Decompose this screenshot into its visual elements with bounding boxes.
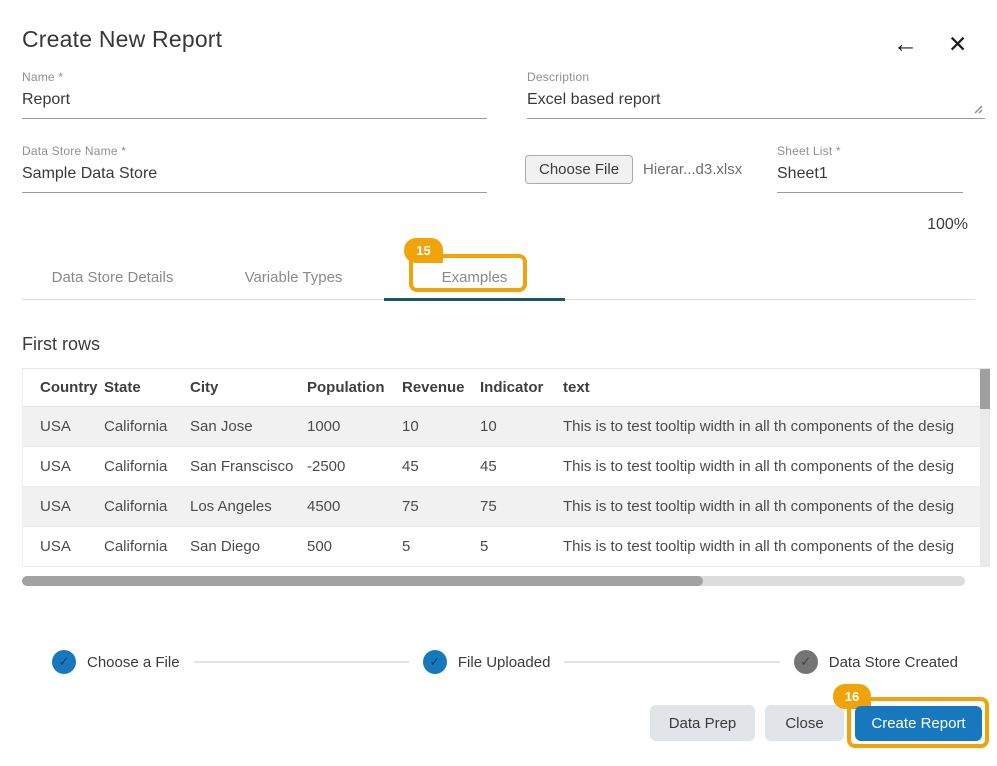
table-row: USACaliforniaSan Diego50055This is to te…	[23, 527, 990, 567]
active-tab-indicator	[384, 298, 565, 301]
description-label: Description	[527, 70, 985, 84]
table-cell: 45	[480, 458, 563, 475]
step-pending-icon: ✓	[794, 650, 818, 674]
tab-variable-types[interactable]: Variable Types	[203, 258, 384, 299]
table-cell: USA	[23, 538, 104, 555]
column-header: Indicator	[480, 379, 563, 396]
data-store-name-label: Data Store Name *	[22, 144, 487, 158]
data-store-name-input[interactable]: Sample Data Store	[22, 165, 487, 193]
create-report-button[interactable]: Create Report	[855, 706, 982, 741]
step-choose-a-file: ✓ Choose a File	[52, 650, 180, 674]
step-complete-icon: ✓	[52, 650, 76, 674]
column-header: City	[190, 379, 307, 396]
table-cell: This is to test tooltip width in all th …	[563, 538, 990, 555]
data-store-name-field: Data Store Name * Sample Data Store	[22, 144, 487, 193]
table-cell: San Diego	[190, 538, 307, 555]
uploaded-file-name: Hierar...d3.xlsx	[643, 161, 742, 178]
stepper-connector	[564, 661, 779, 663]
step-data-store-created: ✓ Data Store Created	[794, 650, 958, 674]
vertical-scrollbar[interactable]	[980, 369, 990, 567]
step-label: Data Store Created	[829, 654, 958, 671]
column-header: Revenue	[402, 379, 480, 396]
name-label: Name *	[22, 70, 487, 84]
sheet-list-select[interactable]: Sheet1	[777, 165, 963, 193]
table-cell: 10	[402, 418, 480, 435]
column-header: Population	[307, 379, 402, 396]
table-cell: 45	[402, 458, 480, 475]
table-cell: This is to test tooltip width in all th …	[563, 458, 990, 475]
horizontal-scrollbar[interactable]	[22, 576, 965, 586]
upload-progress-percent: 100%	[927, 216, 968, 234]
column-header: text	[563, 379, 990, 396]
step-file-uploaded: ✓ File Uploaded	[423, 650, 551, 674]
column-header: Country	[23, 379, 104, 396]
name-input[interactable]: Report	[22, 91, 487, 119]
create-report-dialog: Create New Report ← ✕ Name * Report Desc…	[0, 0, 997, 766]
table-cell: 10	[480, 418, 563, 435]
table-cell: 75	[402, 498, 480, 515]
table-cell: 4500	[307, 498, 402, 515]
table-cell: California	[104, 538, 190, 555]
textarea-resize-icon[interactable]	[971, 101, 983, 113]
name-field: Name * Report	[22, 70, 487, 119]
back-arrow-icon[interactable]: ←	[893, 30, 918, 58]
page-title: Create New Report	[22, 26, 222, 53]
close-button[interactable]: Close	[765, 705, 844, 741]
sheet-list-label: Sheet List *	[777, 144, 963, 158]
table-cell: 75	[480, 498, 563, 515]
first-rows-heading: First rows	[22, 334, 100, 355]
table-cell: 500	[307, 538, 402, 555]
step-complete-icon: ✓	[423, 650, 447, 674]
stepper-connector	[194, 661, 409, 663]
tab-examples[interactable]: Examples	[384, 258, 565, 299]
horizontal-scrollbar-thumb[interactable]	[22, 576, 703, 586]
table-body: USACaliforniaSan Jose10001010This is to …	[23, 407, 990, 567]
examples-table: CountryStateCityPopulationRevenueIndicat…	[22, 368, 990, 567]
table-cell: 5	[480, 538, 563, 555]
table-cell: USA	[23, 458, 104, 475]
table-cell: USA	[23, 418, 104, 435]
description-field: Description Excel based report	[527, 70, 985, 119]
table-cell: California	[104, 418, 190, 435]
step-label: File Uploaded	[458, 654, 551, 671]
step-label: Choose a File	[87, 654, 180, 671]
table-cell: California	[104, 458, 190, 475]
table-row: USACaliforniaSan Franscisco-25004545This…	[23, 447, 990, 487]
table-cell: San Franscisco	[190, 458, 307, 475]
file-upload-row: Choose File Hierar...d3.xlsx	[525, 155, 742, 184]
annotation-badge-15: 15	[404, 238, 443, 263]
close-icon[interactable]: ✕	[948, 30, 967, 58]
progress-stepper: ✓ Choose a File ✓ File Uploaded ✓ Data S…	[52, 650, 958, 674]
tab-data-store-details[interactable]: Data Store Details	[22, 258, 203, 299]
table-row: USACaliforniaSan Jose10001010This is to …	[23, 407, 990, 447]
column-header: State	[104, 379, 190, 396]
vertical-scrollbar-thumb[interactable]	[980, 369, 990, 409]
table-cell: California	[104, 498, 190, 515]
table-cell: 1000	[307, 418, 402, 435]
choose-file-button[interactable]: Choose File	[525, 155, 633, 184]
data-prep-button[interactable]: Data Prep	[650, 705, 755, 741]
table-header-row: CountryStateCityPopulationRevenueIndicat…	[23, 369, 990, 407]
description-input[interactable]: Excel based report	[527, 91, 985, 119]
sheet-list-field: Sheet List * Sheet1	[777, 144, 963, 193]
table-cell: Los Angeles	[190, 498, 307, 515]
table-cell: -2500	[307, 458, 402, 475]
table-cell: This is to test tooltip width in all th …	[563, 418, 990, 435]
table-cell: This is to test tooltip width in all th …	[563, 498, 990, 515]
table-cell: 5	[402, 538, 480, 555]
tab-bar: Data Store Details Variable Types Exampl…	[22, 258, 975, 300]
table-cell: USA	[23, 498, 104, 515]
table-row: USACaliforniaLos Angeles45007575This is …	[23, 487, 990, 527]
table-cell: San Jose	[190, 418, 307, 435]
